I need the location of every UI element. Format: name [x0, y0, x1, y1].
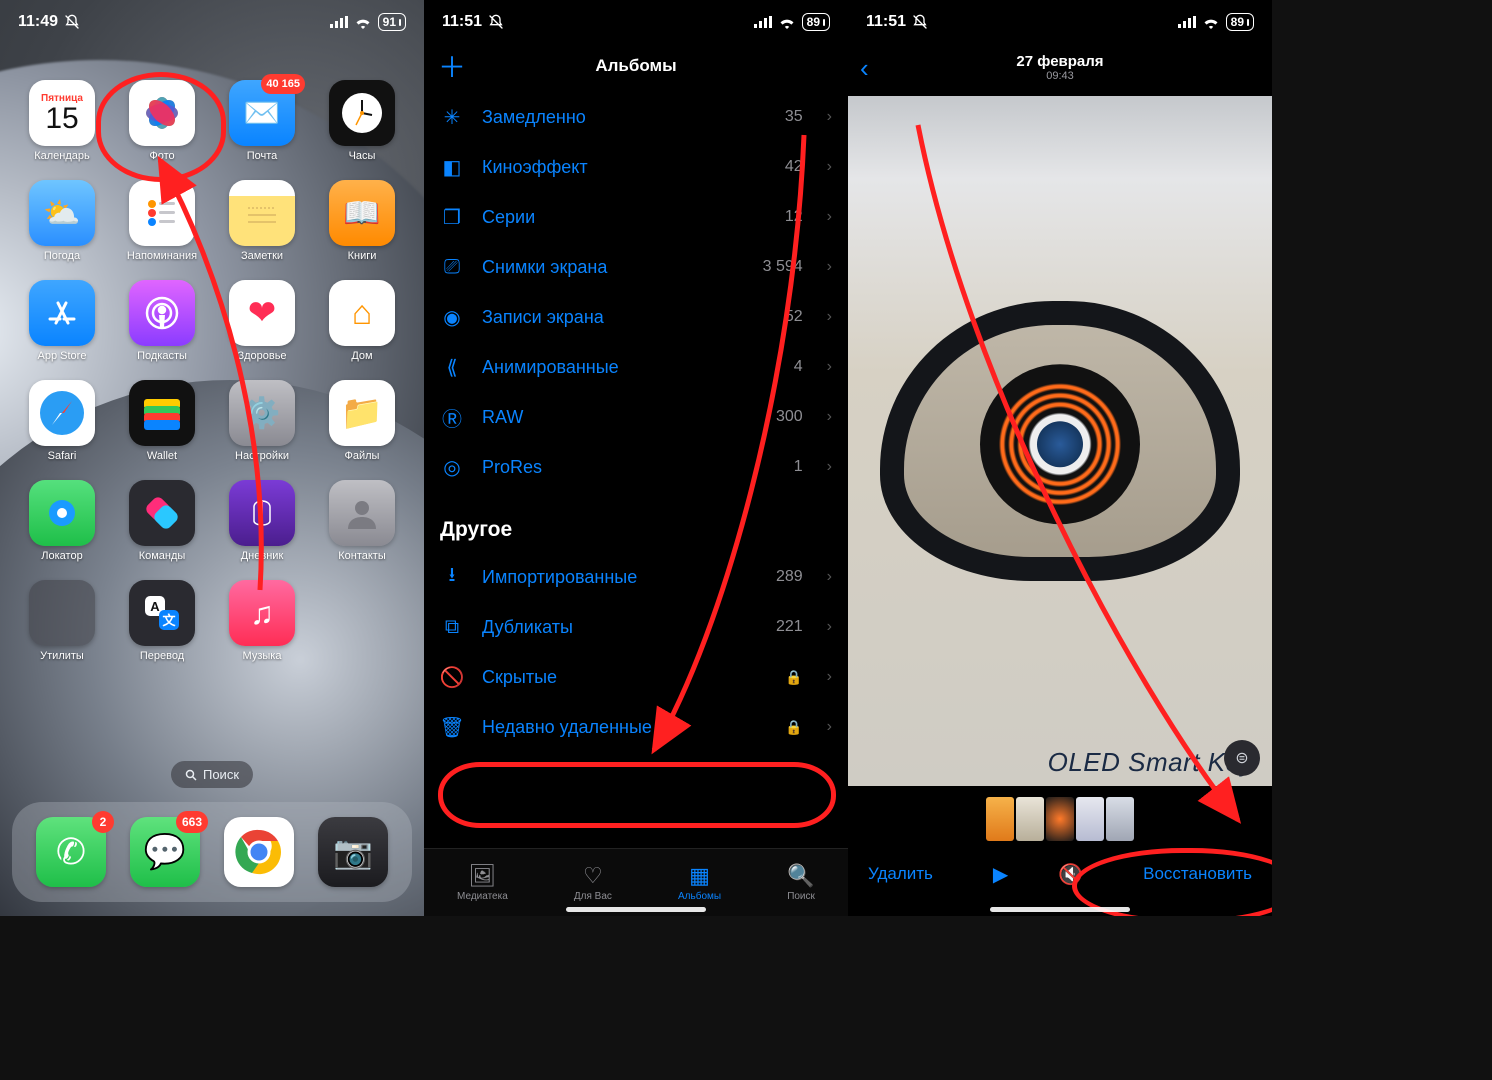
contacts-icon — [329, 480, 395, 546]
cell-signal-icon — [754, 16, 772, 28]
battery-icon: 89 — [1226, 13, 1254, 31]
prores-icon: ◎ — [438, 455, 466, 480]
app-findmy[interactable]: Локатор — [18, 480, 106, 562]
mute-icon — [912, 14, 928, 30]
weather-icon: ⛅ — [29, 180, 95, 246]
home-indicator[interactable] — [566, 907, 706, 912]
search-icon — [185, 769, 197, 781]
library-icon: 🖼 — [468, 863, 496, 889]
appstore-icon — [29, 280, 95, 346]
screenrec-icon: ◉ — [438, 305, 466, 330]
annotation-arrow-2 — [624, 130, 844, 775]
tab-media[interactable]: 🖼Медиатека — [457, 863, 508, 902]
dock-camera[interactable]: 📷 — [318, 817, 388, 887]
photo-detail-panel: 11:51 89 ‹ 27 февраля 09:43 OLED Smart K… — [848, 0, 1272, 916]
app-clock[interactable]: Часы — [318, 80, 406, 162]
app-books[interactable]: 📖Книги — [318, 180, 406, 262]
status-time: 11:49 — [18, 13, 58, 31]
slomo-icon: ✳ — [438, 105, 466, 130]
app-utilities[interactable]: Утилиты — [18, 580, 106, 662]
mute-icon — [488, 14, 504, 30]
tab-albums[interactable]: ▦Альбомы — [678, 863, 721, 902]
mail-badge: 40 165 — [261, 74, 305, 94]
dock-chrome[interactable] — [224, 817, 294, 887]
status-bar: 11:49 91 — [0, 0, 424, 44]
status-bar: 11:51 89 — [424, 0, 848, 44]
play-button[interactable]: ▶ — [993, 862, 1008, 887]
albums-header: ＋ Альбомы — [424, 44, 848, 88]
tab-search[interactable]: 🔍Поиск — [787, 863, 815, 902]
battery-icon: 91 — [378, 13, 406, 31]
cell-signal-icon — [1178, 16, 1196, 28]
spotlight-search[interactable]: Поиск — [171, 761, 253, 788]
dock-phone[interactable]: ✆2 — [36, 817, 106, 887]
raw-icon: Ⓡ — [438, 403, 466, 432]
cell-signal-icon — [330, 16, 348, 28]
foryou-icon: ♡ — [583, 863, 603, 889]
chevron-right-icon: › — [827, 108, 832, 126]
hidden-icon: 🚫 — [438, 665, 466, 690]
add-album-button[interactable]: ＋ — [438, 46, 466, 86]
photos-albums-panel: 11:51 89 ＋ Альбомы ✳Замедленно35› ◧Киноэ… — [424, 0, 848, 916]
app-calendar[interactable]: Пятница15Календарь — [18, 80, 106, 162]
tab-for-you[interactable]: ♡Для Вас — [574, 863, 612, 902]
books-icon: 📖 — [329, 180, 395, 246]
dupes-icon: ⧉ — [438, 616, 466, 639]
annotation-arrow-3 — [908, 120, 1268, 845]
status-time: 11:51 — [866, 13, 906, 31]
home-icon: ⌂ — [329, 280, 395, 346]
clock-icon — [329, 80, 395, 146]
findmy-icon — [29, 480, 95, 546]
mute-icon — [64, 14, 80, 30]
battery-icon: 89 — [802, 13, 830, 31]
photos-tabbar: 🖼Медиатека ♡Для Вас ▦Альбомы 🔍Поиск — [424, 848, 848, 916]
albums-icon: ▦ — [689, 863, 710, 889]
annotation-arrow-1 — [140, 150, 320, 615]
wifi-icon — [354, 16, 372, 29]
dock: ✆2 💬663 📷 — [12, 802, 412, 902]
utilities-folder-icon — [29, 580, 95, 646]
wifi-icon — [1202, 16, 1220, 29]
albums-title: Альбомы — [595, 56, 676, 76]
phone-badge: 2 — [92, 811, 114, 833]
search-icon: 🔍 — [787, 863, 814, 889]
wifi-icon — [778, 16, 796, 29]
cine-icon: ◧ — [438, 155, 466, 180]
delete-button[interactable]: Удалить — [868, 864, 933, 884]
detail-header: ‹ 27 февраля 09:43 — [848, 44, 1272, 92]
app-files[interactable]: 📁Файлы — [318, 380, 406, 462]
photo-date: 27 февраля 09:43 — [1016, 54, 1103, 83]
app-contacts[interactable]: Контакты — [318, 480, 406, 562]
annotation-circle-deleted — [438, 762, 836, 828]
messages-badge: 663 — [176, 811, 208, 833]
trash-icon: 🗑 — [438, 715, 466, 740]
burst-icon: ❐ — [438, 205, 466, 230]
import-icon: ⭳ — [438, 560, 466, 594]
status-bar: 11:51 89 — [848, 0, 1272, 44]
app-appstore[interactable]: App Store — [18, 280, 106, 362]
animated-icon: ⟪ — [438, 355, 466, 380]
app-weather[interactable]: ⛅Погода — [18, 180, 106, 262]
status-time: 11:51 — [442, 13, 482, 31]
home-indicator[interactable] — [990, 907, 1130, 912]
mail-icon: ✉️40 165 — [229, 80, 295, 146]
screenshot-icon: ⎚ — [438, 256, 466, 279]
home-screen-panel: 11:49 91 Пятница15Календарь Фото ✉️40 16… — [0, 0, 424, 916]
app-home[interactable]: ⌂Дом — [318, 280, 406, 362]
back-button[interactable]: ‹ — [860, 53, 869, 84]
safari-icon — [29, 380, 95, 446]
dock-messages[interactable]: 💬663 — [130, 817, 200, 887]
svg-text:文: 文 — [162, 613, 176, 628]
app-safari[interactable]: Safari — [18, 380, 106, 462]
files-icon: 📁 — [329, 380, 395, 446]
